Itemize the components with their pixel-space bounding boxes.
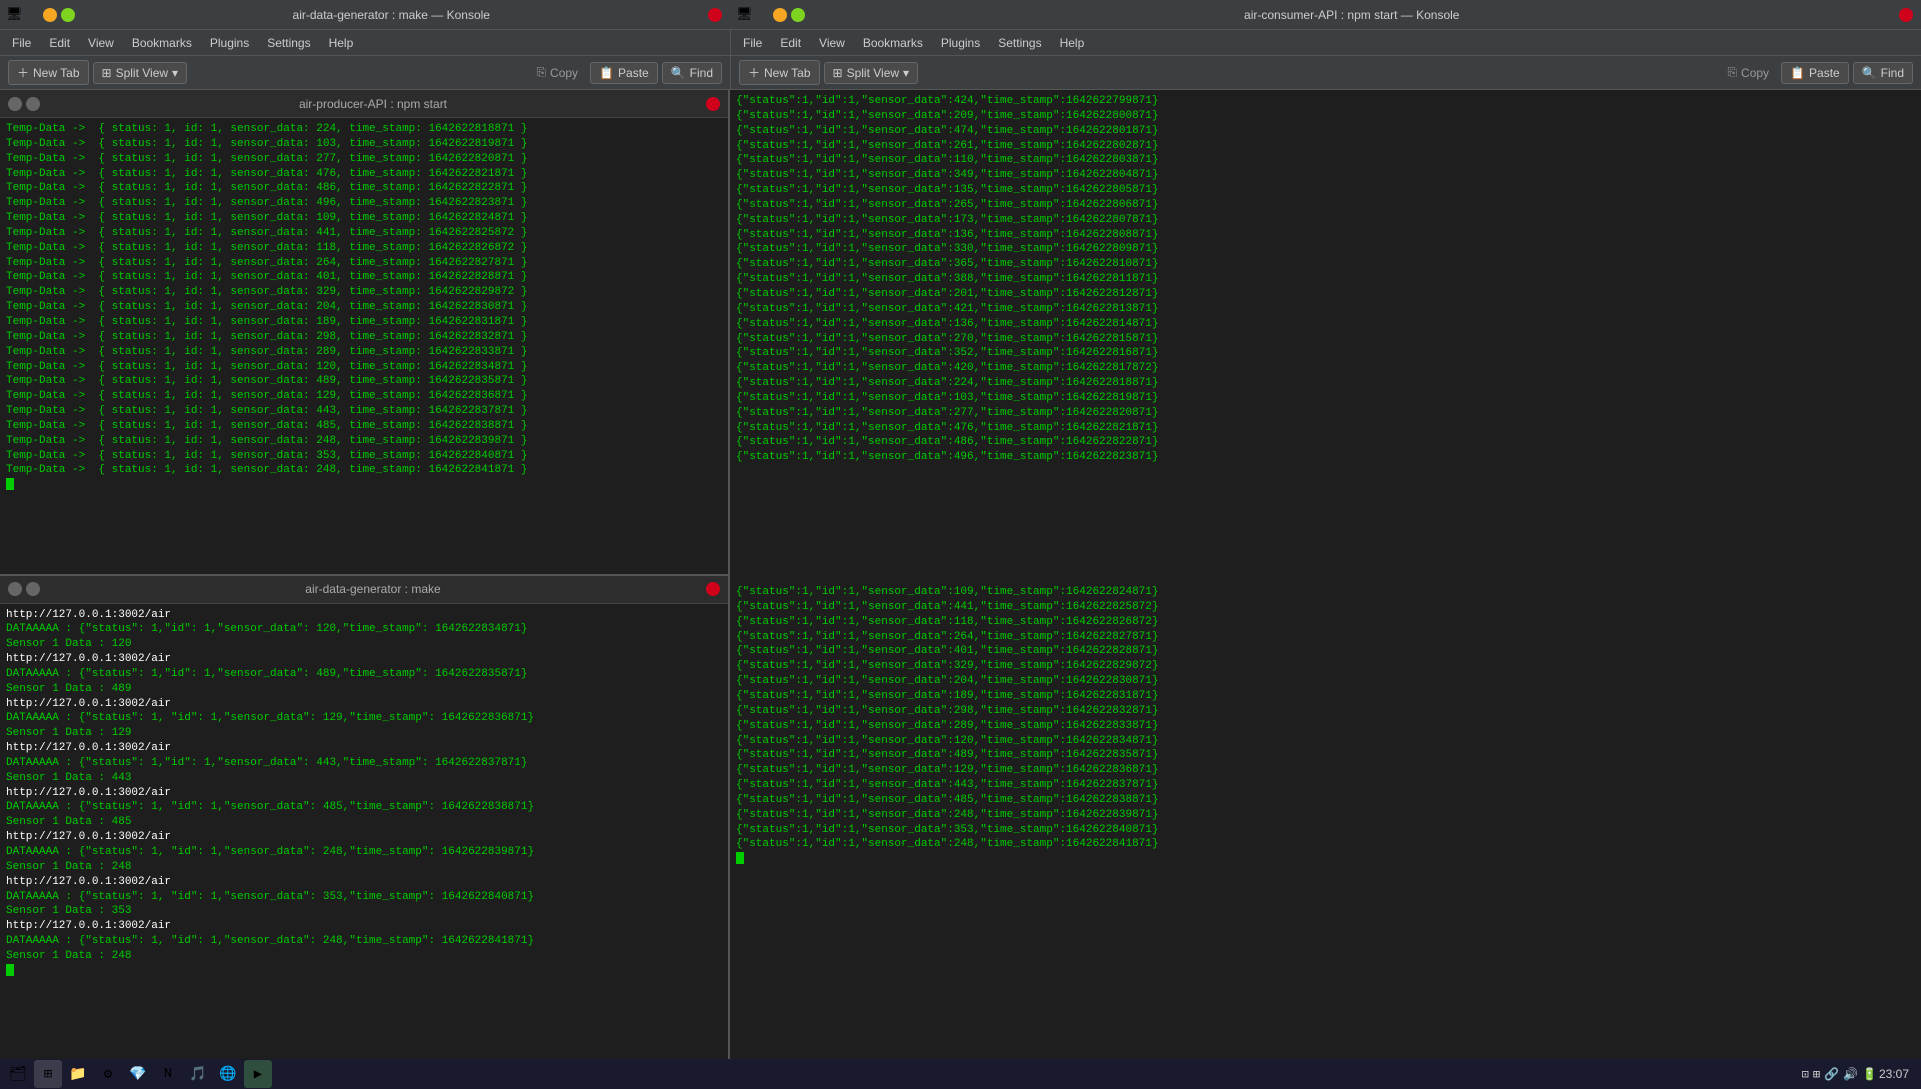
taskbar-app-5[interactable]: 💎: [124, 1060, 152, 1088]
menu-plugins-right[interactable]: Plugins: [933, 34, 988, 52]
top-panel-controls: [8, 97, 40, 111]
title-bars: 🖥 air-data-generator : make — Konsole 🖥 …: [0, 0, 1921, 30]
close-btn-right[interactable]: [1899, 8, 1913, 22]
search-icon-right: 🔍: [1862, 66, 1877, 80]
left-pane: air-producer-API : npm start Temp-Data -…: [0, 90, 730, 1059]
menu-bookmarks-left[interactable]: Bookmarks: [124, 34, 200, 52]
menu-help-left[interactable]: Help: [321, 34, 362, 52]
find-btn-right[interactable]: 🔍 Find: [1853, 62, 1913, 84]
new-tab-btn-left[interactable]: ＋ New Tab: [8, 60, 89, 85]
taskbar-app-6[interactable]: N: [154, 1060, 182, 1088]
split-icon-right: ⊞: [833, 66, 843, 80]
split-view-btn-right[interactable]: ⊞ Split View ▾: [824, 62, 919, 84]
taskbar-sys-area: ⊡ ⊞ 🔗 🔊 🔋: [1802, 1067, 1877, 1082]
bottom-panel-titlebar: air-data-generator : make: [0, 576, 728, 604]
bottom-terminal-content[interactable]: http://127.0.0.1:3002/airDATAAAAA : {"st…: [0, 604, 728, 1060]
taskbar-app-4[interactable]: ⚙: [94, 1060, 122, 1088]
toolbar-left: ＋ New Tab ⊞ Split View ▾ ⎘ Copy 📋 Paste …: [0, 60, 730, 85]
sys-icon-sound: 🔊: [1843, 1067, 1858, 1082]
detach-btn-bottom[interactable]: [8, 582, 22, 596]
top-panel-titlebar: air-producer-API : npm start: [0, 90, 728, 118]
minimize-btn-left[interactable]: [43, 8, 57, 22]
copy-icon-left: ⎘: [536, 65, 546, 80]
taskbar-app-2[interactable]: ⊞: [34, 1060, 62, 1088]
menu-view-left[interactable]: View: [80, 34, 122, 52]
taskbar-time: 23:07: [1879, 1067, 1917, 1081]
menu-settings-left[interactable]: Settings: [259, 34, 318, 52]
left-window-title: air-data-generator : make — Konsole: [75, 8, 708, 22]
maximize-btn-left[interactable]: [61, 8, 75, 22]
bottom-panel-title: air-data-generator : make: [40, 582, 706, 596]
taskbar-app-8[interactable]: 🌐: [214, 1060, 242, 1088]
close-btn-top[interactable]: [706, 97, 720, 111]
menu-settings-right[interactable]: Settings: [990, 34, 1049, 52]
close-btn-bottom[interactable]: [706, 582, 720, 596]
copy-icon-right: ⎘: [1727, 65, 1737, 80]
menu-help-right[interactable]: Help: [1052, 34, 1093, 52]
float-btn-bottom[interactable]: [26, 582, 40, 596]
minimize-btn-right[interactable]: [773, 8, 787, 22]
toolbars: ＋ New Tab ⊞ Split View ▾ ⎘ Copy 📋 Paste …: [0, 56, 1921, 90]
taskbar-app-1[interactable]: 🗂: [4, 1060, 32, 1088]
sys-icon-network: 🔗: [1824, 1067, 1839, 1082]
main-content: air-producer-API : npm start Temp-Data -…: [0, 90, 1921, 1059]
chevron-down-icon-right: ▾: [903, 66, 909, 80]
paste-btn-left[interactable]: 📋 Paste: [590, 62, 658, 84]
plus-icon-left: ＋: [17, 64, 29, 81]
taskbar-app-3[interactable]: 📁: [64, 1060, 92, 1088]
menu-edit-left[interactable]: Edit: [41, 34, 78, 52]
right-window-title: air-consumer-API : npm start — Konsole: [805, 8, 1899, 22]
top-terminal-content[interactable]: Temp-Data -> { status: 1, id: 1, sensor_…: [0, 118, 728, 574]
taskbar-app-9[interactable]: ▶: [244, 1060, 272, 1088]
maximize-btn-right[interactable]: [791, 8, 805, 22]
menu-plugins-left[interactable]: Plugins: [202, 34, 257, 52]
copy-btn-left[interactable]: ⎘ Copy: [528, 62, 586, 83]
detach-btn-top[interactable]: [8, 97, 22, 111]
split-view-btn-left[interactable]: ⊞ Split View ▾: [93, 62, 188, 84]
menu-bars: File Edit View Bookmarks Plugins Setting…: [0, 30, 1921, 56]
copy-btn-right[interactable]: ⎘ Copy: [1719, 62, 1777, 83]
bottom-terminal-panel: air-data-generator : make http://127.0.0…: [0, 574, 728, 1060]
paste-icon-right: 📋: [1790, 66, 1805, 80]
top-panel-title: air-producer-API : npm start: [40, 97, 706, 111]
float-btn-top[interactable]: [26, 97, 40, 111]
menu-bar-right: File Edit View Bookmarks Plugins Setting…: [731, 30, 1921, 55]
sys-icon-1: ⊡: [1802, 1067, 1809, 1082]
new-tab-btn-right[interactable]: ＋ New Tab: [739, 60, 820, 85]
taskbar: 🗂 ⊞ 📁 ⚙ 💎 N 🎵 🌐 ▶ ⊡ ⊞ 🔗 🔊 🔋 23:07: [0, 1059, 1921, 1089]
taskbar-app-7[interactable]: 🎵: [184, 1060, 212, 1088]
toolbar-right: ＋ New Tab ⊞ Split View ▾ ⎘ Copy 📋 Paste …: [731, 60, 1921, 85]
bottom-panel-controls: [8, 582, 40, 596]
menu-bar-left: File Edit View Bookmarks Plugins Setting…: [0, 30, 730, 55]
app-icon-right: 🖥: [736, 7, 753, 22]
menu-edit-right[interactable]: Edit: [772, 34, 809, 52]
left-window-titlebar: 🖥 air-data-generator : make — Konsole: [0, 0, 730, 30]
chevron-down-icon-left: ▾: [172, 66, 178, 80]
menu-file-left[interactable]: File: [4, 34, 39, 52]
right-window-titlebar: 🖥 air-consumer-API : npm start — Konsole: [730, 0, 1921, 30]
paste-btn-right[interactable]: 📋 Paste: [1781, 62, 1849, 84]
menu-view-right[interactable]: View: [811, 34, 853, 52]
search-icon-left: 🔍: [671, 66, 686, 80]
menu-bookmarks-right[interactable]: Bookmarks: [855, 34, 931, 52]
sys-icon-2: ⊞: [1813, 1067, 1820, 1082]
find-btn-left[interactable]: 🔍 Find: [662, 62, 722, 84]
split-icon-left: ⊞: [102, 66, 112, 80]
app-icon-left: 🖥: [6, 7, 23, 22]
close-btn-left[interactable]: [708, 8, 722, 22]
right-pane: {"status":1,"id":1,"sensor_data":424,"ti…: [730, 90, 1921, 1059]
sys-icon-battery: 🔋: [1862, 1067, 1877, 1082]
menu-file-right[interactable]: File: [735, 34, 770, 52]
paste-icon-left: 📋: [599, 66, 614, 80]
right-terminal-content[interactable]: {"status":1,"id":1,"sensor_data":424,"ti…: [730, 90, 1921, 1059]
plus-icon-right: ＋: [748, 64, 760, 81]
top-terminal-panel: air-producer-API : npm start Temp-Data -…: [0, 90, 728, 574]
